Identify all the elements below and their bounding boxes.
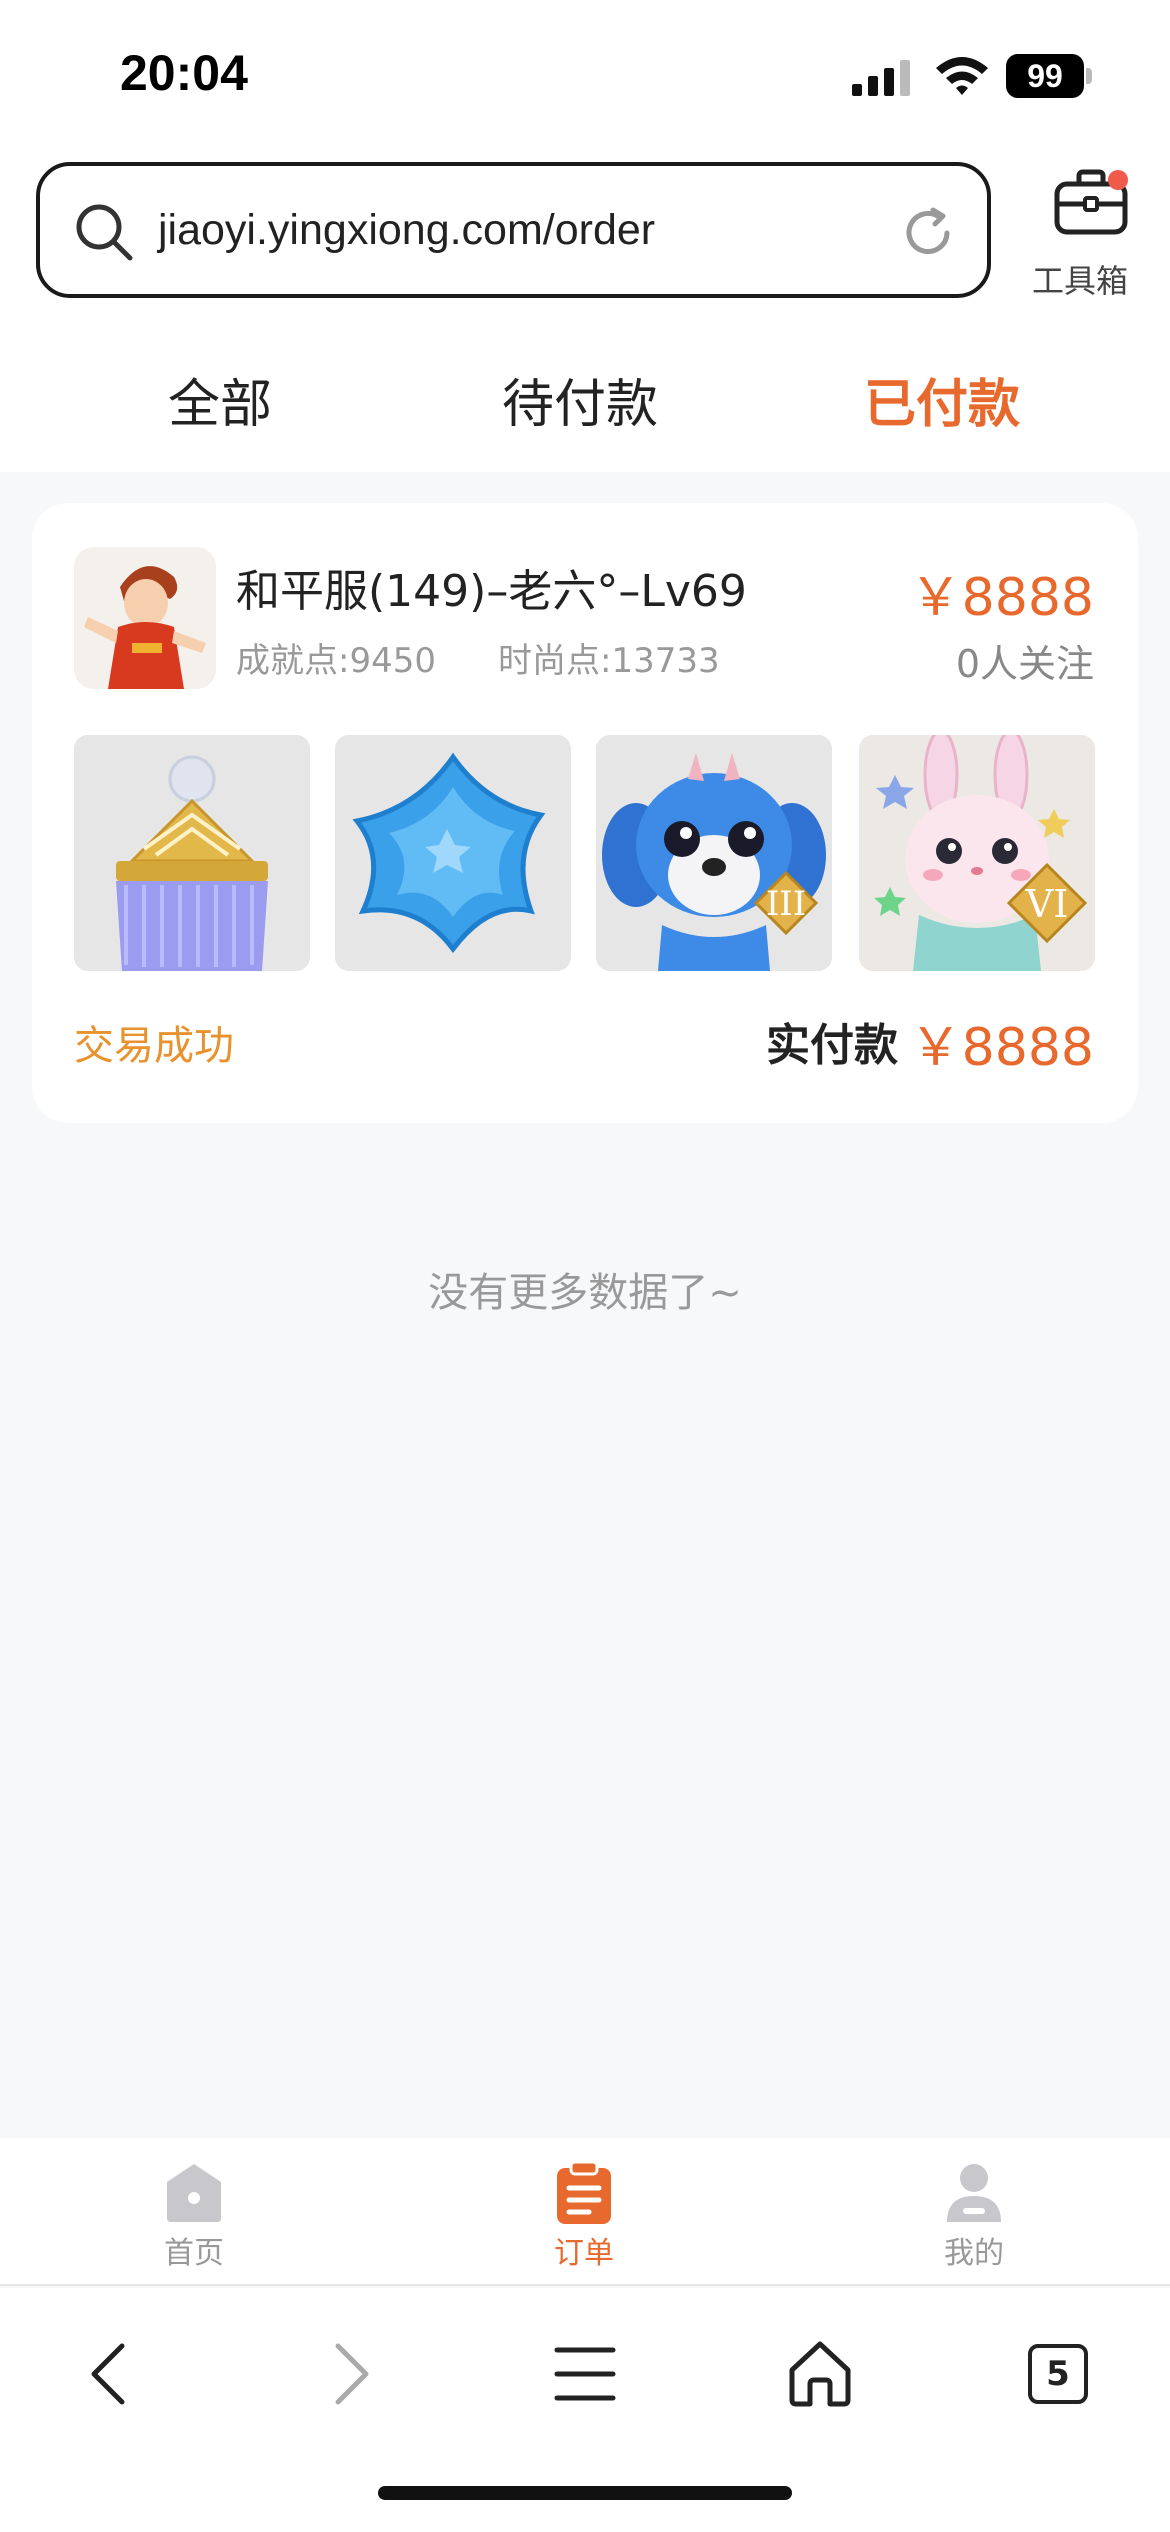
refresh-icon[interactable] [899,204,957,262]
back-button[interactable] [72,2334,152,2414]
tab-pending-payment[interactable]: 待付款 [502,362,658,437]
rank-badge: VI [1025,882,1068,926]
search-icon [76,204,133,261]
fashion-points: 时尚点:13733 [497,641,720,681]
user-profile-icon [947,2164,1001,2222]
chevron-left-icon [91,2343,125,2405]
notification-dot [1108,170,1128,190]
cellular-signal-icon [852,60,910,96]
tab-count: 5 [1028,2344,1088,2404]
order-meta: 成就点:9450 时尚点:13733 [236,633,720,682]
toolbox-label: 工具箱 [1031,262,1128,300]
nav-home[interactable]: 首页 [104,2160,284,2272]
toolbox-button[interactable]: 工具箱 [1020,168,1140,300]
item-thumbnail-crown[interactable] [74,735,310,971]
achievement-points: 成就点:9450 [236,641,436,681]
address-bar[interactable]: jiaoyi.yingxiong.com/order [36,162,991,298]
hamburger-menu-icon [554,2347,616,2401]
url-text[interactable]: jiaoyi.yingxiong.com/order [158,206,655,255]
item-thumbnail-pink-rabbit[interactable]: VI [859,735,1095,971]
nav-orders[interactable]: 订单 [494,2160,674,2272]
browser-home-button[interactable] [780,2334,860,2414]
battery-icon: 99 [1006,54,1092,98]
tab-paid[interactable]: 已付款 [864,362,1020,437]
chevron-right-icon [335,2343,369,2405]
nav-mine[interactable]: 我的 [884,2160,1064,2272]
no-more-data-text: 没有更多数据了~ [428,1270,742,1316]
blue-dog-pet-icon: III [596,735,832,971]
order-status: 交易成功 [74,1023,234,1069]
item-thumbnail-blue-dog[interactable]: III [596,735,832,971]
nav-mine-label: 我的 [944,2236,1004,2271]
home-icon [167,2164,221,2222]
forward-button[interactable] [308,2334,388,2414]
star-pillow-icon [335,735,571,971]
bottom-tab-bar: 首页 订单 我的 [0,2138,1170,2286]
order-price: ￥8888 [909,568,1094,628]
order-card[interactable]: 和平服(149)–老六°–Lv69 成就点:9450 时尚点:13733 ￥888… [32,503,1138,1123]
crown-item-icon [74,735,310,971]
rank-badge: III [766,884,806,924]
item-thumbnails: III VI [74,735,1096,971]
nav-orders-label: 订单 [554,2236,614,2271]
orders-clipboard-icon [557,2160,611,2224]
character-avatar [74,547,216,689]
battery-level: 99 [1006,54,1084,98]
paid-amount: ￥8888 [909,1018,1094,1078]
tabs-button[interactable]: 5 [1018,2334,1098,2414]
item-thumbnail-star-pillow[interactable] [335,735,571,971]
follower-count: 0人关注 [955,642,1094,686]
status-time: 20:04 [120,45,248,101]
home-indicator [378,2486,792,2500]
wifi-icon [936,57,988,95]
tab-all[interactable]: 全部 [168,362,272,437]
nav-home-label: 首页 [164,2236,224,2271]
paid-label: 实付款 [766,1020,898,1071]
pink-rabbit-pet-icon: VI [859,735,1095,971]
menu-button[interactable] [545,2334,625,2414]
order-title: 和平服(149)–老六°–Lv69 [236,566,747,617]
house-icon [789,2341,851,2407]
